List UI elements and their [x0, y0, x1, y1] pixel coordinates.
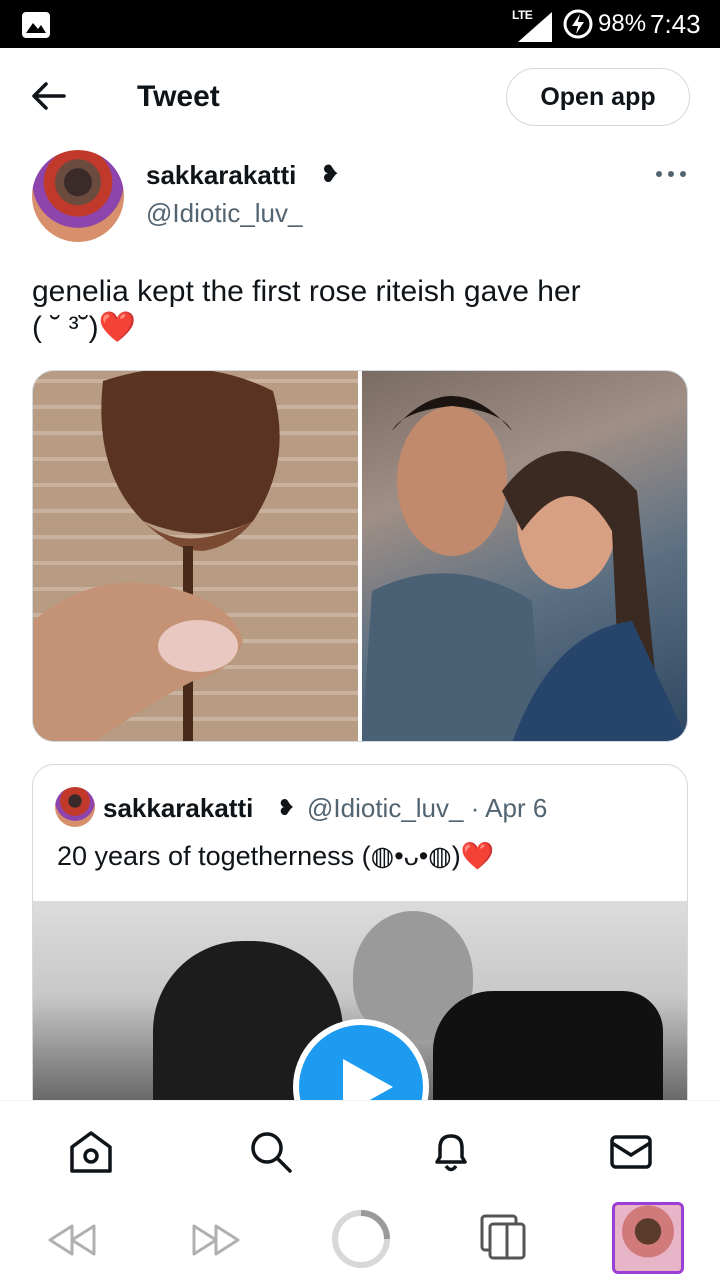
browser-toolbar	[0, 1200, 720, 1280]
author-handle[interactable]: @Idiotic_luv_	[146, 198, 302, 229]
author-name-emoji: ❥	[320, 161, 341, 188]
messages-icon[interactable]	[608, 1129, 654, 1175]
quoted-author-emoji: ❥	[277, 795, 296, 820]
browser-back-icon[interactable]	[46, 1218, 98, 1262]
clock: 7:43	[650, 9, 701, 39]
reload-icon[interactable]	[330, 1208, 392, 1270]
author-name[interactable]: sakkarakatti	[146, 160, 296, 191]
author-avatar[interactable]	[32, 150, 124, 242]
back-arrow-icon[interactable]	[28, 78, 68, 114]
tabs-icon[interactable]	[478, 1212, 528, 1262]
home-icon[interactable]	[68, 1129, 114, 1175]
battery-percent: 98%	[598, 10, 647, 37]
browser-forward-icon[interactable]	[190, 1218, 242, 1262]
media-photo-couple[interactable]	[362, 371, 687, 741]
notifications-icon[interactable]	[428, 1129, 474, 1175]
open-app-button[interactable]: Open app	[506, 68, 690, 126]
battery-charging-icon	[563, 9, 593, 39]
quoted-tweet-text: 20 years of togetherness (◍•ᴗ•◍)❤️	[57, 841, 495, 871]
tweet-text: genelia kept the first rose riteish gave…	[32, 275, 581, 344]
search-icon[interactable]	[248, 1129, 294, 1175]
tab-thumbnail[interactable]	[612, 1202, 684, 1274]
signal-icon	[518, 12, 552, 42]
tweet-media[interactable]	[32, 370, 688, 742]
quoted-author-avatar	[55, 787, 95, 827]
quoted-author-name: sakkarakatti	[103, 793, 254, 823]
page-title: Tweet	[137, 80, 220, 113]
gallery-icon	[22, 12, 50, 38]
more-options-icon[interactable]	[654, 164, 688, 184]
media-photo-rose[interactable]	[33, 371, 358, 741]
status-bar: LTE 98% 7:43	[0, 0, 720, 48]
bottom-navigation	[0, 1100, 720, 1200]
quoted-handle-date: @Idiotic_luv_ · Apr 6	[307, 793, 548, 823]
top-bar: Tweet Open app	[0, 48, 720, 144]
